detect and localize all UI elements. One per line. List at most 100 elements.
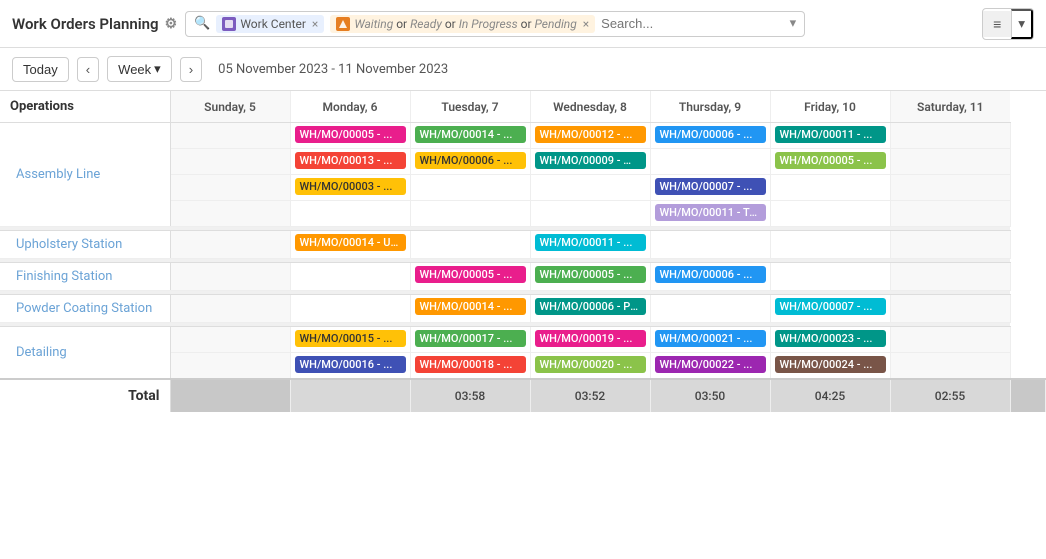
prev-button[interactable]: ‹: [77, 57, 99, 82]
calendar-event[interactable]: WH/MO/00003 - ...: [295, 178, 406, 195]
calendar-event[interactable]: WH/MO/00005 - ...: [415, 266, 526, 283]
cal-cell-day5: WH/MO/00022 - ...: [650, 353, 770, 380]
cal-cell-day4: WH/MO/00005 - ...: [530, 263, 650, 291]
page-title: Work Orders Planning ⚙: [12, 15, 177, 33]
cal-cell-day5: [650, 231, 770, 259]
today-button[interactable]: Today: [12, 57, 69, 82]
calendar-event[interactable]: WH/MO/00015 - ...: [295, 330, 406, 347]
cal-cell-day3: WH/MO/00017 - ...: [410, 327, 530, 353]
calendar-event[interactable]: WH/MO/00020 - ...: [535, 356, 646, 373]
calendar-event[interactable]: WH/MO/00021 - ...: [655, 330, 766, 347]
cal-cell-day1: [170, 123, 290, 149]
col-header-mon: Monday, 6: [290, 91, 410, 123]
cal-cell-day7: [890, 175, 1010, 201]
calendar-event[interactable]: WH/MO/00014 - Upholster cushion: [295, 234, 406, 251]
total-time-7: [1010, 379, 1046, 412]
cal-cell-day2: WH/MO/00016 - ...: [290, 353, 410, 380]
cal-cell-day6: WH/MO/00024 - ...: [770, 353, 890, 380]
cal-cell-day3: WH/MO/00018 - ...: [410, 353, 530, 380]
subnav: Today ‹ Week ▾ › 05 November 2023 - 11 N…: [0, 48, 1046, 91]
calendar-event[interactable]: WH/MO/00005 - ...: [775, 152, 886, 169]
cal-cell-day6: [770, 201, 890, 227]
cal-cell-day1: [170, 295, 290, 323]
section-label-3[interactable]: Powder Coating Station: [0, 295, 170, 323]
cal-cell-day1: [170, 201, 290, 227]
calendar-event[interactable]: WH/MO/00011 - ...: [775, 126, 886, 143]
cal-cell-day5: WH/MO/00006 - ...: [650, 263, 770, 291]
search-icon: 🔍: [194, 16, 210, 31]
cal-cell-day3: [410, 231, 530, 259]
search-bar: 🔍 Work Center × Waiting or Ready or In P…: [185, 11, 805, 37]
calendar-event[interactable]: WH/MO/00019 - ...: [535, 330, 646, 347]
calendar-event[interactable]: WH/MO/00024 - ...: [775, 356, 886, 373]
calendar-event[interactable]: WH/MO/00013 - ...: [295, 152, 406, 169]
section-label-0[interactable]: Assembly Line: [0, 123, 170, 227]
section-label-2[interactable]: Finishing Station: [0, 263, 170, 291]
calendar-event[interactable]: WH/MO/00016 - ...: [295, 356, 406, 373]
calendar-event[interactable]: WH/MO/00006 - ...: [655, 126, 766, 143]
calendar-event[interactable]: WH/MO/00005 - ...: [535, 266, 646, 283]
section-label-4[interactable]: Detailing: [0, 327, 170, 380]
calendar-event[interactable]: WH/MO/00018 - ...: [415, 356, 526, 373]
next-button[interactable]: ›: [180, 57, 202, 82]
calendar-event[interactable]: WH/MO/00006 - ...: [415, 152, 526, 169]
cal-cell-day2: [290, 263, 410, 291]
cal-cell-day1: [170, 149, 290, 175]
week-button[interactable]: Week ▾: [107, 56, 172, 82]
calendar-event[interactable]: WH/MO/00011 - Testing: [655, 204, 766, 221]
search-dropdown-icon[interactable]: ▾: [790, 16, 797, 31]
cal-cell-day5: WH/MO/00007 - ...: [650, 175, 770, 201]
filter-tag-status[interactable]: Waiting or Ready or In Progress or Pendi…: [330, 15, 595, 33]
cal-cell-day3: WH/MO/00014 - ...: [410, 295, 530, 323]
calendar-event[interactable]: WH/MO/00006 - Powder coat base: [535, 298, 646, 315]
calendar-container: Operations Sunday, 5 Monday, 6 Tuesday, …: [0, 91, 1046, 412]
filter-tag-workcenter[interactable]: Work Center ×: [216, 15, 324, 33]
calendar-event[interactable]: WH/MO/00011 - ...: [535, 234, 646, 251]
cal-cell-day5: [650, 149, 770, 175]
topbar: Work Orders Planning ⚙ 🔍 Work Center × W…: [0, 0, 1046, 48]
calendar-event[interactable]: WH/MO/00005 - ...: [295, 126, 406, 143]
cal-cell-day3: WH/MO/00006 - ...: [410, 149, 530, 175]
total-row: Total 03:58 03:52 03:50 04:25 02:55: [0, 379, 1046, 412]
cal-cell-day6: WH/MO/00023 - ...: [770, 327, 890, 353]
cal-cell-day2: WH/MO/00015 - ...: [290, 327, 410, 353]
total-time-0: [170, 379, 290, 412]
filter-workcenter-close[interactable]: ×: [312, 17, 318, 31]
list-view-button[interactable]: ≡: [983, 11, 1011, 37]
gear-icon[interactable]: ⚙: [165, 16, 178, 32]
filter-status-label: Waiting or Ready or In Progress or Pendi…: [354, 17, 576, 31]
cal-cell-day2: WH/MO/00003 - ...: [290, 175, 410, 201]
calendar-event[interactable]: WH/MO/00006 - ...: [655, 266, 766, 283]
view-dropdown-button[interactable]: ▾: [1011, 9, 1033, 39]
page-title-text: Work Orders Planning: [12, 15, 159, 33]
cal-cell-day5: [650, 295, 770, 323]
search-input[interactable]: [601, 16, 779, 31]
section-label-1[interactable]: Upholstery Station: [0, 231, 170, 259]
cal-cell-day7: [890, 149, 1010, 175]
col-header-tue: Tuesday, 7: [410, 91, 530, 123]
calendar-event[interactable]: WH/MO/00009 - Manual Assembly: [535, 152, 646, 169]
cal-cell-day2: WH/MO/00005 - ...: [290, 123, 410, 149]
cal-cell-day6: [770, 175, 890, 201]
calendar-row: DetailingWH/MO/00015 - ...WH/MO/00017 - …: [0, 327, 1046, 353]
cal-cell-day5: WH/MO/00021 - ...: [650, 327, 770, 353]
calendar-event[interactable]: WH/MO/00022 - ...: [655, 356, 766, 373]
cal-cell-day4: [530, 201, 650, 227]
calendar-header-row: Operations Sunday, 5 Monday, 6 Tuesday, …: [0, 91, 1046, 123]
calendar-table: Operations Sunday, 5 Monday, 6 Tuesday, …: [0, 91, 1046, 412]
calendar-event[interactable]: WH/MO/00007 - ...: [775, 298, 886, 315]
cal-cell-day2: WH/MO/00013 - ...: [290, 149, 410, 175]
calendar-event[interactable]: WH/MO/00017 - ...: [415, 330, 526, 347]
filter-status-close[interactable]: ×: [583, 17, 589, 31]
calendar-event[interactable]: WH/MO/00014 - ...: [415, 126, 526, 143]
cal-cell-day6: [770, 263, 890, 291]
cal-cell-day3: [410, 201, 530, 227]
col-header-fri: Friday, 10: [770, 91, 890, 123]
cal-cell-day4: WH/MO/00011 - ...: [530, 231, 650, 259]
calendar-event[interactable]: WH/MO/00023 - ...: [775, 330, 886, 347]
calendar-event[interactable]: WH/MO/00012 - ...: [535, 126, 646, 143]
calendar-event[interactable]: WH/MO/00014 - ...: [415, 298, 526, 315]
workcenter-icon: [222, 17, 236, 31]
calendar-event[interactable]: WH/MO/00007 - ...: [655, 178, 766, 195]
view-switcher: ≡ ▾: [982, 8, 1034, 40]
